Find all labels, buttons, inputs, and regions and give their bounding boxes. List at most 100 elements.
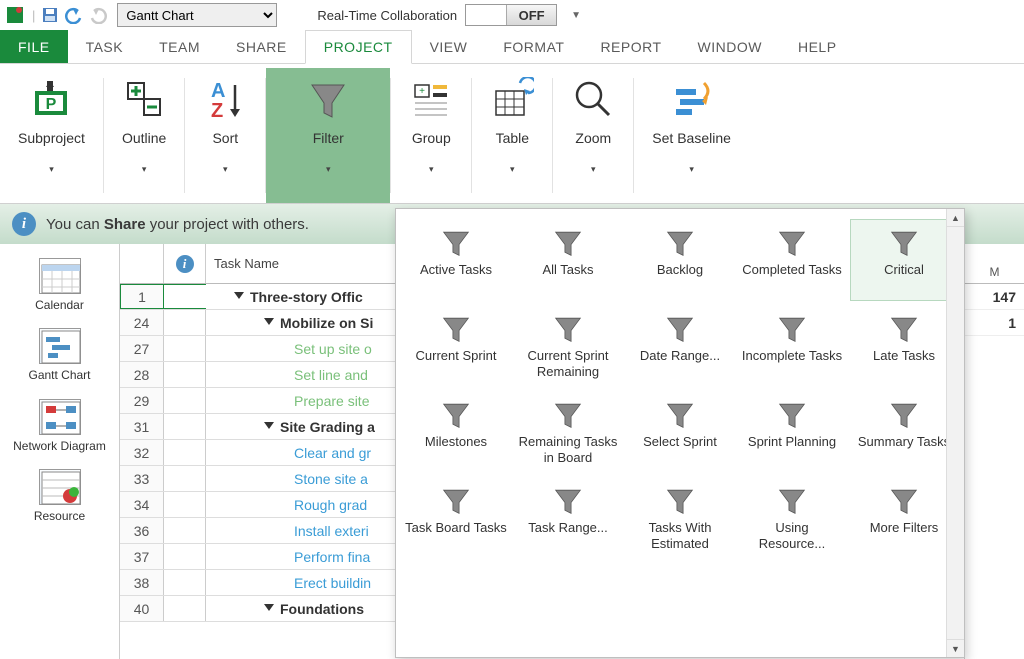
filter-option[interactable]: All Tasks (514, 219, 622, 301)
row-number[interactable]: 36 (120, 518, 164, 543)
funnel-icon (551, 312, 585, 346)
tab-view[interactable]: VIEW (412, 30, 486, 63)
collapse-toggle-icon[interactable] (264, 422, 274, 429)
row-number[interactable]: 38 (120, 570, 164, 595)
viewbar-gantt[interactable]: Gantt Chart (0, 322, 119, 388)
row-info-cell[interactable] (164, 336, 206, 361)
ribbon-table[interactable]: Table ▾ (472, 68, 552, 203)
funnel-icon (887, 484, 921, 518)
filter-option[interactable]: Tasks With Estimated (626, 477, 734, 559)
row-info-cell[interactable] (164, 414, 206, 439)
tab-window[interactable]: WINDOW (680, 30, 780, 63)
ribbon-sort[interactable]: AZ Sort ▾ (185, 68, 265, 203)
row-info-cell[interactable] (164, 492, 206, 517)
view-selector-dropdown[interactable]: Gantt Chart (117, 3, 277, 27)
row-number[interactable]: 34 (120, 492, 164, 517)
viewbar-resource[interactable]: Resource (0, 463, 119, 529)
row-info-cell[interactable] (164, 596, 206, 621)
row-number[interactable]: 40 (120, 596, 164, 621)
filter-option[interactable]: Active Tasks (402, 219, 510, 301)
ribbon-zoom[interactable]: Zoom ▾ (553, 68, 633, 203)
filter-label: Current Sprint Remaining (517, 348, 619, 380)
collapse-toggle-icon[interactable] (234, 292, 244, 299)
ribbon-outline[interactable]: Outline ▾ (104, 68, 184, 203)
collapse-toggle-icon[interactable] (264, 604, 274, 611)
viewbar-network[interactable]: Network Diagram (0, 393, 119, 459)
row-number[interactable]: 32 (120, 440, 164, 465)
col-rownum[interactable] (120, 244, 164, 283)
tab-help[interactable]: HELP (780, 30, 855, 63)
rtc-switch[interactable]: OFF (465, 4, 557, 26)
filter-option[interactable]: Current Sprint Remaining (514, 305, 622, 387)
row-number[interactable]: 24 (120, 310, 164, 335)
tab-report[interactable]: REPORT (582, 30, 679, 63)
filter-label: More Filters (870, 520, 939, 552)
scroll-down-icon[interactable]: ▼ (947, 639, 964, 657)
row-info-cell[interactable] (164, 310, 206, 335)
redo-icon[interactable] (87, 4, 109, 26)
row-info-cell[interactable] (164, 440, 206, 465)
filter-option[interactable]: Sprint Planning (738, 391, 846, 473)
collapse-toggle-icon[interactable] (264, 318, 274, 325)
row-number[interactable]: 28 (120, 362, 164, 387)
filter-option[interactable]: Milestones (402, 391, 510, 473)
row-number[interactable]: 31 (120, 414, 164, 439)
row-info-cell[interactable] (164, 362, 206, 387)
tab-team[interactable]: TEAM (141, 30, 218, 63)
filter-option[interactable]: More Filters (850, 477, 958, 559)
tab-file[interactable]: FILE (0, 30, 68, 63)
filter-option[interactable]: Backlog (626, 219, 734, 301)
ribbon-subproject[interactable]: P Subproject ▾ (0, 68, 103, 203)
row-number[interactable]: 27 (120, 336, 164, 361)
viewbar-calendar[interactable]: Calendar (0, 252, 119, 318)
filter-option[interactable]: Incomplete Tasks (738, 305, 846, 387)
filter-option[interactable]: Summary Tasks (850, 391, 958, 473)
funnel-icon (887, 226, 921, 260)
filter-option[interactable]: Current Sprint (402, 305, 510, 387)
tab-project[interactable]: PROJECT (305, 30, 412, 64)
filter-option[interactable]: Late Tasks (850, 305, 958, 387)
filter-option[interactable]: Task Board Tasks (402, 477, 510, 559)
row-number[interactable]: 29 (120, 388, 164, 413)
tab-format[interactable]: FORMAT (485, 30, 582, 63)
svg-text:Z: Z (211, 100, 223, 121)
filter-option[interactable]: Critical (850, 219, 958, 301)
row-info-cell[interactable] (164, 466, 206, 491)
undo-icon[interactable] (63, 4, 85, 26)
filter-option[interactable]: Remaining Tasks in Board (514, 391, 622, 473)
filter-option[interactable]: Select Sprint (626, 391, 734, 473)
filter-label: Late Tasks (873, 348, 935, 380)
save-icon[interactable] (39, 4, 61, 26)
row-number[interactable]: 33 (120, 466, 164, 491)
funnel-icon (663, 226, 697, 260)
filter-label: Active Tasks (420, 262, 492, 294)
app-icon[interactable] (4, 4, 26, 26)
right-col-header[interactable]: M (965, 244, 1024, 284)
filter-option[interactable]: Task Range... (514, 477, 622, 559)
row-info-cell[interactable] (164, 284, 206, 309)
ribbon-set-baseline[interactable]: Set Baseline ▾ (634, 68, 749, 203)
view-selector[interactable]: Gantt Chart (117, 3, 277, 27)
gallery-scrollbar[interactable]: ▲ ▼ (946, 209, 964, 657)
filter-option[interactable]: Completed Tasks (738, 219, 846, 301)
tab-share[interactable]: SHARE (218, 30, 305, 63)
row-number[interactable]: 1 (120, 284, 164, 309)
scroll-up-icon[interactable]: ▲ (947, 209, 964, 227)
subproject-icon: P (29, 74, 73, 124)
filter-option[interactable]: Using Resource... (738, 477, 846, 559)
row-info-cell[interactable] (164, 388, 206, 413)
funnel-icon (887, 312, 921, 346)
row-info-cell[interactable] (164, 518, 206, 543)
rtc-options-dropdown[interactable]: ▼ (571, 10, 581, 21)
row-number[interactable]: 37 (120, 544, 164, 569)
col-info[interactable]: i (164, 244, 206, 283)
ribbon-group[interactable]: + Group ▾ (391, 68, 471, 203)
svg-text:+: + (419, 86, 425, 97)
row-info-cell[interactable] (164, 570, 206, 595)
funnel-icon (663, 312, 697, 346)
ribbon-filter[interactable]: Filter ▾ (266, 68, 390, 203)
tab-task[interactable]: TASK (68, 30, 142, 63)
filter-option[interactable]: Date Range... (626, 305, 734, 387)
filter-label: Summary Tasks (858, 434, 950, 466)
row-info-cell[interactable] (164, 544, 206, 569)
